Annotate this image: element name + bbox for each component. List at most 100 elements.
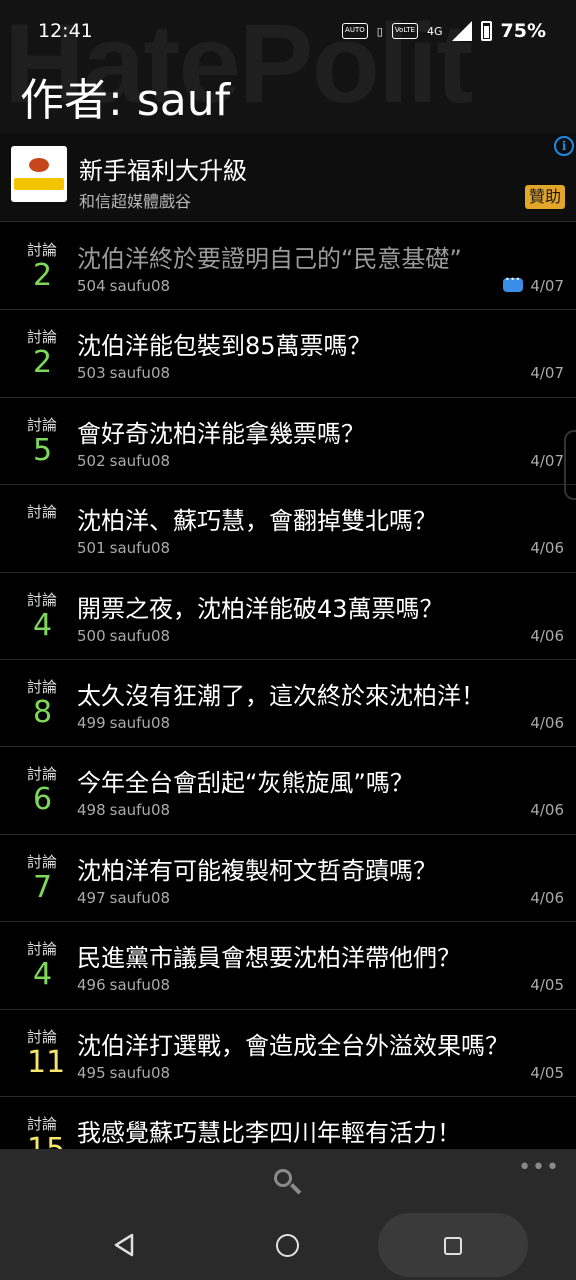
post-row[interactable]: 討論 沈柏洋、蘇巧慧，會翻掉雙北嗎？ 501 saufu08 4/06	[0, 485, 576, 573]
post-author: saufu08	[109, 888, 171, 907]
ant-logo-icon	[29, 158, 49, 172]
post-author: saufu08	[109, 713, 171, 732]
post-date: 4/07	[530, 277, 564, 295]
post-id: 498	[77, 801, 106, 820]
post-author: saufu08	[109, 1063, 171, 1082]
post-date: 4/07	[530, 451, 564, 470]
post-row[interactable]: 討論 4 民進黨市議員會想要沈柏洋帶他們？ 496 saufu08 4/05	[0, 922, 576, 1010]
post-date: 4/06	[530, 801, 564, 820]
post-meta: 500 saufu08	[77, 627, 170, 645]
post-category: 討論	[27, 328, 58, 347]
post-date: 4/05	[530, 976, 564, 995]
post-reply-count: 4	[33, 957, 53, 993]
post-author: saufu08	[109, 626, 171, 645]
post-meta: 499 saufu08	[77, 714, 170, 732]
status-icons: AUTO ▯ VoLTE 4G 75%	[342, 20, 546, 42]
ad-logo	[11, 146, 67, 202]
post-title: 開票之夜，沈柏洋能破43萬票嗎？	[77, 594, 444, 623]
post-title: 我感覺蘇巧慧比李四川年輕有活力！	[77, 1118, 461, 1147]
post-meta: 501 saufu08	[77, 539, 170, 557]
post-reply-count: 11	[27, 1044, 66, 1080]
post-row[interactable]: 討論 4 開票之夜，沈柏洋能破43萬票嗎？ 500 saufu08 4/06	[0, 572, 576, 660]
post-meta: 502 saufu08	[77, 452, 170, 470]
bottom-toolbar: •••	[0, 1149, 576, 1211]
battery-percent: 75%	[500, 20, 546, 42]
post-reply-count: 5	[33, 432, 53, 468]
post-meta: 503 saufu08	[77, 364, 170, 382]
post-category: 討論	[27, 765, 58, 784]
post-title: 沈柏洋、蘇巧慧，會翻掉雙北嗎？	[77, 507, 437, 536]
auto-brightness-icon: AUTO	[342, 23, 368, 39]
vibrate-icon: ▯	[376, 24, 383, 38]
post-reply-count: 2	[33, 345, 53, 381]
edge-panel-handle[interactable]	[564, 430, 576, 500]
post-reply-count: 7	[33, 869, 53, 905]
post-row[interactable]: 討論 2 沈伯洋終於要證明自己的“民意基礎” 504saufu08 4/07	[0, 223, 576, 311]
status-time: 12:41	[38, 20, 93, 42]
post-category: 討論	[27, 1027, 58, 1046]
ad-advertiser: 和信超媒體戲谷	[79, 192, 192, 211]
post-category: 討論	[27, 677, 58, 696]
post-title: 會好奇沈柏洋能拿幾票嗎？	[77, 419, 365, 448]
post-meta: 504 saufu08	[77, 277, 170, 295]
post-meta: 498 saufu08	[77, 801, 170, 819]
post-author: saufu08	[109, 451, 171, 470]
post-row[interactable]: 討論 5 會好奇沈柏洋能拿幾票嗎？ 502 saufu08 4/07	[0, 397, 576, 486]
post-title: 今年全台會刮起“灰熊旋風”嗎？	[77, 769, 414, 798]
post-title: 太久沒有狂潮了，這次終於來沈柏洋！	[77, 681, 485, 710]
post-date: 4/07	[530, 364, 564, 383]
post-row[interactable]: 討論 11 沈伯洋打選戰，會造成全台外溢效果嗎？ 495 saufu08 4/05	[0, 1009, 576, 1097]
post-list: 討論 2 沈伯洋終於要證明自己的“民意基礎” 504saufu08 4/07 討…	[0, 223, 576, 1157]
post-title: 沈伯洋終於要證明自己的“民意基礎”	[77, 245, 462, 273]
post-reply-count: 2	[33, 258, 53, 293]
post-id: 497	[77, 888, 106, 907]
recents-icon	[444, 1237, 462, 1255]
network-type-icon: 4G	[426, 24, 443, 38]
post-category: 討論	[27, 940, 58, 959]
app-header: HatePolit 12:41 AUTO ▯ VoLTE 4G 75% 作者: …	[0, 0, 576, 134]
comment-icon	[503, 275, 523, 292]
post-reply-count: 8	[33, 694, 53, 730]
more-icon[interactable]: •••	[518, 1157, 560, 1179]
post-meta: 496 saufu08	[77, 976, 170, 994]
post-author: saufu08	[109, 277, 171, 295]
post-row[interactable]: 討論 7 沈柏洋有可能複製柯文哲奇蹟嗎？ 497 saufu08 4/06	[0, 834, 576, 923]
post-row[interactable]: 討論 15 我感覺蘇巧慧比李四川年輕有活力！	[0, 1096, 576, 1157]
post-id: 495	[77, 1063, 106, 1082]
post-row[interactable]: 討論 6 今年全台會刮起“灰熊旋風”嗎？ 498 saufu08 4/06	[0, 747, 576, 835]
back-icon[interactable]	[113, 1233, 135, 1257]
post-author: saufu08	[109, 976, 171, 995]
volte-icon: VoLTE	[391, 23, 418, 39]
post-category: 討論	[27, 241, 58, 259]
post-id: 504	[77, 277, 106, 295]
post-id: 503	[77, 364, 106, 383]
post-category: 討論	[27, 590, 58, 609]
home-icon[interactable]	[276, 1234, 299, 1257]
post-meta: 497 saufu08	[77, 889, 170, 907]
post-title: 民進黨市議員會想要沈柏洋帶他們？	[77, 944, 461, 973]
ad-info-icon[interactable]: i	[554, 136, 574, 156]
system-nav-bar	[0, 1211, 576, 1280]
post-category: 討論	[27, 415, 58, 434]
page-title: 作者: sauf	[20, 75, 231, 126]
post-title: 沈柏洋有可能複製柯文哲奇蹟嗎？	[77, 856, 437, 885]
post-row[interactable]: 討論 8 太久沒有狂潮了，這次終於來沈柏洋！ 499 saufu08 4/06	[0, 659, 576, 748]
post-author: saufu08	[109, 801, 171, 820]
post-id: 502	[77, 451, 106, 470]
post-id: 499	[77, 713, 106, 732]
post-row[interactable]: 討論 2 沈伯洋能包裝到85萬票嗎？ 503 saufu08 4/07	[0, 310, 576, 398]
post-category: 討論	[27, 1114, 58, 1133]
search-icon[interactable]	[270, 1166, 304, 1200]
signal-icon	[451, 21, 472, 41]
post-date: 4/06	[530, 888, 564, 907]
recents-button[interactable]	[378, 1213, 528, 1277]
post-id: 496	[77, 976, 106, 995]
post-category: 討論	[27, 852, 58, 871]
ad-title: 新手福利大升級	[79, 157, 247, 185]
sponsored-badge: 贊助	[524, 185, 565, 209]
sponsored-ad[interactable]: 新手福利大升級 和信超媒體戲谷 i 贊助	[0, 134, 576, 222]
post-date: 4/06	[530, 626, 564, 645]
battery-icon	[480, 21, 492, 41]
post-date: 4/05	[530, 1063, 564, 1082]
post-date: 4/06	[530, 713, 564, 732]
